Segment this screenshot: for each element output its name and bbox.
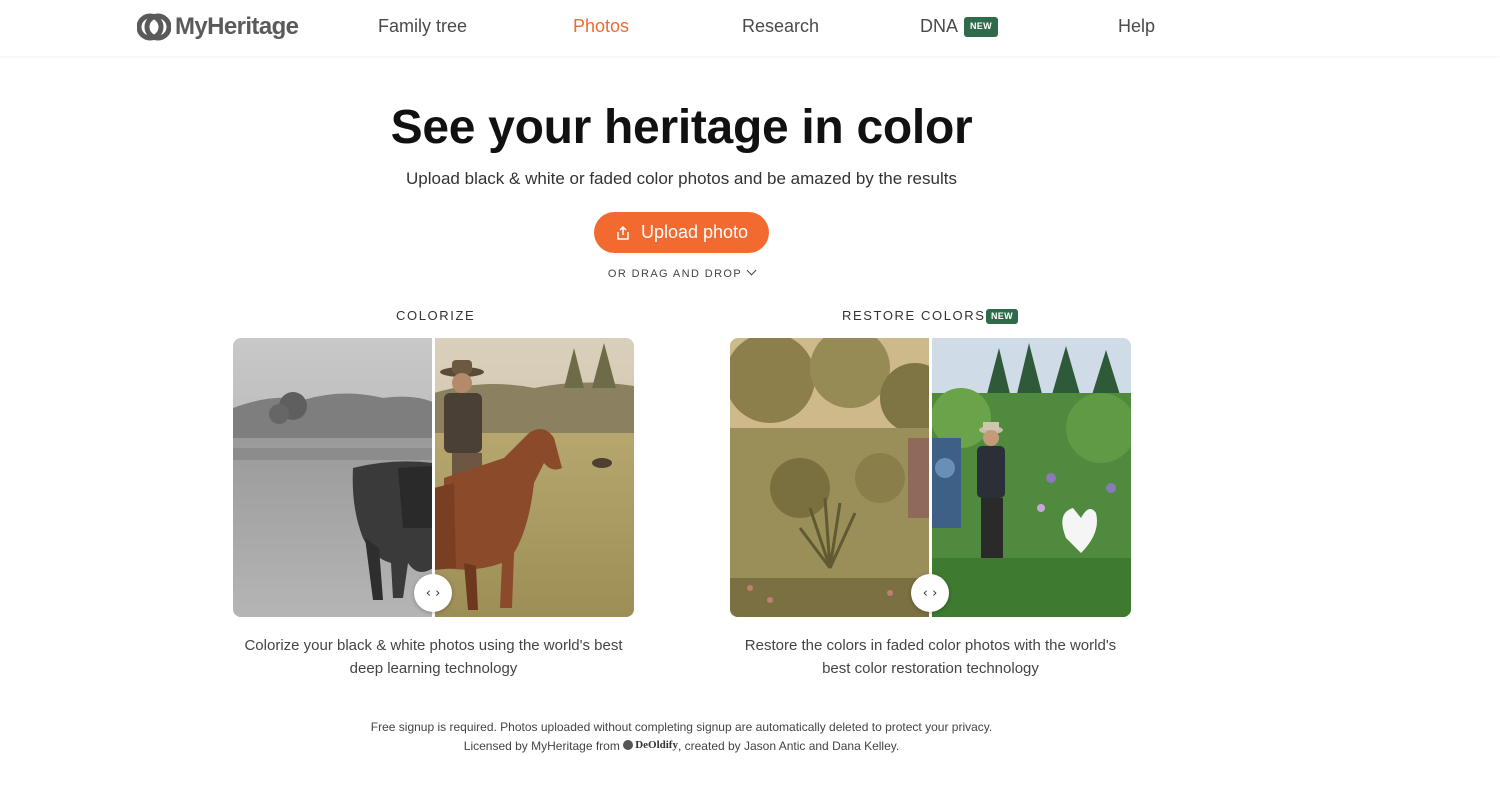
nav-family-tree[interactable]: Family tree [378,16,467,37]
license-prefix: Licensed by MyHeritage from [463,739,620,753]
deoldify-label: DeOldify [635,739,678,751]
restore-after-image [931,338,1131,617]
colorize-after-image [434,338,634,617]
colorize-before-image [233,338,433,617]
nav-photos[interactable]: Photos [573,16,629,37]
myheritage-logo[interactable]: MyHeritage [137,12,299,42]
nav-research[interactable]: Research [742,16,819,37]
dna-new-badge: NEW [964,17,998,37]
upload-photo-button[interactable]: Upload photo [594,212,769,253]
colorize-comparison[interactable]: ‹ › [233,338,634,617]
restore-description-line2: best color restoration technology [822,660,1039,677]
myheritage-logo-icon [137,13,171,41]
restore-colors-label: RESTORE COLORS [842,308,986,323]
logo-text: MyHeritage [175,13,299,40]
colorize-description-line2: deep learning technology [349,660,518,677]
restore-description-line1: Restore the colors in faded color photos… [744,637,1117,654]
drag-drop-label: OR DRAG AND DROP [607,268,743,280]
license-note: Licensed by MyHeritage from DeOldify, cr… [0,739,1363,753]
restore-new-badge: NEW [986,309,1018,324]
restore-before-image [730,338,930,617]
colorize-label: COLORIZE [396,308,476,323]
page-title: See your heritage in color [390,101,973,154]
colorize-description: Colorize your black & white photos using… [233,634,634,680]
page-subtitle: Upload black & white or faded color phot… [406,169,957,188]
site-header: MyHeritage Family tree Photos Research D… [0,0,1500,56]
nav-dna[interactable]: DNA [920,16,958,37]
deoldify-logo-icon [623,740,634,750]
upload-photo-label: Upload photo [640,222,749,242]
restore-comparison[interactable]: ‹ › [730,338,1131,617]
nav-help[interactable]: Help [1118,16,1155,37]
restore-description: Restore the colors in faded color photos… [730,634,1131,680]
colorize-description-line1: Colorize your black & white photos using… [244,637,623,654]
restore-slider-handle[interactable]: ‹ › [911,574,949,612]
deoldify-link[interactable]: DeOldify [623,739,678,751]
license-suffix: , created by Jason Antic and Dana Kelley… [677,739,900,753]
chevron-down-icon [746,265,757,276]
colorize-slider-handle[interactable]: ‹ › [414,574,452,612]
upload-icon [617,225,629,240]
privacy-note: Free signup is required. Photos uploaded… [370,720,993,734]
drag-drop-toggle[interactable]: OR DRAG AND DROP [0,265,1363,280]
